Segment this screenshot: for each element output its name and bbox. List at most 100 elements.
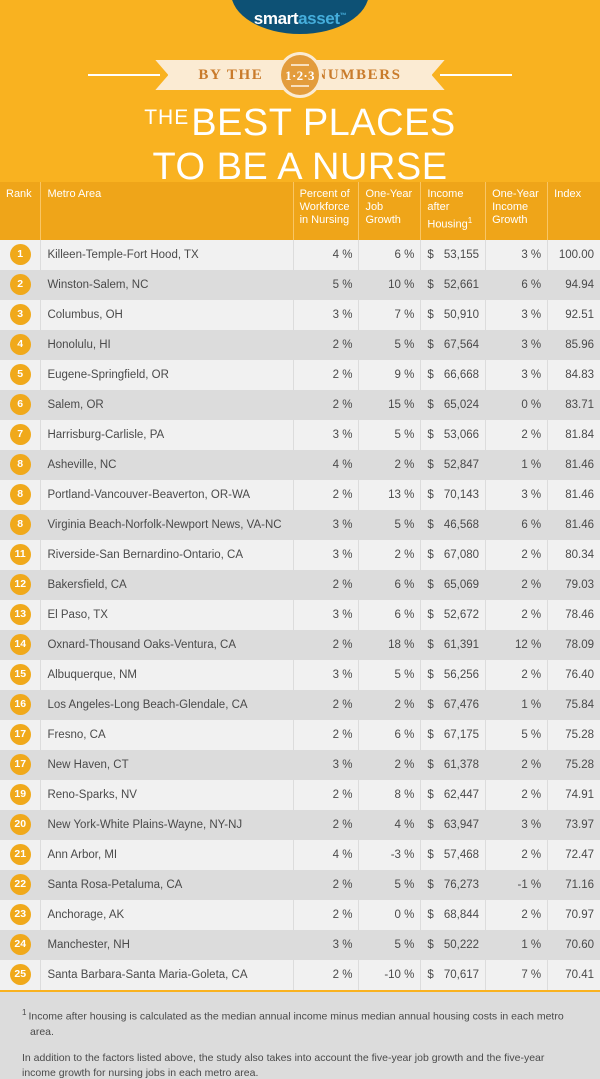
cell-rank: 14	[0, 629, 42, 660]
rank-badge: 8	[9, 484, 31, 506]
cell-job-growth: 6 %	[358, 569, 422, 600]
income-value: 56,256	[443, 668, 480, 681]
cell-percent-workforce: 3 %	[293, 299, 360, 330]
table-row: 17 Fresno, CA 2 % 6 % $67,175 5 % 75.28	[0, 719, 600, 750]
cell-index: 72.47	[547, 839, 600, 870]
cell-income-after-housing: $61,391	[420, 629, 487, 660]
cell-job-growth: 9 %	[358, 359, 422, 390]
badge-dash-top-icon	[290, 63, 309, 66]
cell-percent-workforce: 2 %	[293, 689, 360, 720]
income-value: 61,391	[443, 638, 480, 651]
cell-job-growth: 7 %	[358, 299, 422, 330]
cell-index: 70.97	[547, 899, 600, 930]
income-value: 67,564	[443, 338, 480, 351]
cell-rank: 15	[0, 659, 42, 690]
cell-income-after-housing: $57,468	[420, 839, 487, 870]
currency-symbol: $	[427, 578, 434, 591]
currency-symbol: $	[427, 428, 434, 441]
rankings-table: Rank Metro Area Percent of Workforce in …	[0, 182, 600, 990]
cell-metro-area: Virginia Beach-Norfolk-Newport News, VA-…	[40, 509, 294, 540]
cell-metro-area: Asheville, NC	[40, 449, 294, 480]
cell-income-growth: 2 %	[485, 659, 549, 690]
income-value: 50,222	[443, 938, 480, 951]
currency-symbol: $	[427, 848, 434, 861]
cell-job-growth: 8 %	[358, 779, 422, 810]
table-row: 13 El Paso, TX 3 % 6 % $52,672 2 % 78.46	[0, 599, 600, 630]
cell-job-growth: 4 %	[358, 809, 422, 840]
cell-job-growth: 13 %	[358, 479, 422, 510]
table-row: 2 Winston-Salem, NC 5 % 10 % $52,661 6 % 94.94	[0, 269, 600, 300]
income-value: 66,668	[443, 368, 480, 381]
cell-job-growth: 5 %	[358, 659, 422, 690]
rank-badge: 11	[9, 544, 31, 566]
cell-metro-area: Columbus, OH	[40, 299, 294, 330]
cell-income-after-housing: $76,273	[420, 869, 487, 900]
cell-rank: 12	[0, 569, 42, 600]
cell-percent-workforce: 4 %	[293, 839, 360, 870]
cell-job-growth: 15 %	[358, 389, 422, 420]
cell-rank: 13	[0, 599, 42, 630]
cell-rank: 23	[0, 899, 42, 930]
cell-rank: 19	[0, 779, 42, 810]
cell-income-after-housing: $52,847	[420, 449, 487, 480]
table-row: 11 Riverside-San Bernardino-Ontario, CA 3 …	[0, 539, 600, 570]
cell-income-after-housing: $67,564	[420, 329, 487, 360]
table-row: 16 Los Angeles-Long Beach-Glendale, CA 2 %…	[0, 689, 600, 720]
table-row: 22 Santa Rosa-Petaluma, CA 2 % 5 % $76,273 -1…	[0, 869, 600, 900]
title-main: BEST PLACES	[191, 102, 456, 144]
table-row: 3 Columbus, OH 3 % 7 % $50,910 3 % 92.51	[0, 299, 600, 330]
cell-percent-workforce: 3 %	[293, 539, 360, 570]
income-value: 76,273	[443, 878, 480, 891]
cell-job-growth: 5 %	[358, 869, 422, 900]
rank-badge: 20	[9, 814, 31, 836]
cell-rank: 7	[0, 419, 42, 450]
badge-dash-bottom-icon	[290, 84, 309, 87]
cell-metro-area: Salem, OR	[40, 389, 294, 420]
cell-metro-area: Honolulu, HI	[40, 329, 294, 360]
cell-job-growth: 6 %	[358, 719, 422, 750]
rank-badge: 19	[9, 784, 31, 806]
cell-job-growth: 5 %	[358, 329, 422, 360]
cell-income-after-housing: $70,617	[420, 959, 487, 990]
table-row: 24 Manchester, NH 3 % 5 % $50,222 1 % 70.60	[0, 929, 600, 960]
table-row: 5 Eugene-Springfield, OR 2 % 9 % $66,668 3 % 8…	[0, 359, 600, 390]
cell-income-growth: 1 %	[485, 449, 549, 480]
cell-income-after-housing: $68,844	[420, 899, 487, 930]
cell-rank: 2	[0, 269, 42, 300]
rank-badge: 14	[9, 634, 31, 656]
cell-metro-area: Killeen-Temple-Fort Hood, TX	[40, 239, 294, 270]
cell-index: 75.28	[547, 719, 600, 750]
column-header-metro: Metro Area	[40, 182, 294, 240]
ribbon: BY THE NUMBERS 1·2·3	[168, 52, 432, 98]
table-row: 12 Bakersfield, CA 2 % 6 % $65,069 2 % 79.03	[0, 569, 600, 600]
table-row: 7 Harrisburg-Carlisle, PA 3 % 5 % $53,066 2 %…	[0, 419, 600, 450]
cell-income-after-housing: $67,476	[420, 689, 487, 720]
cell-income-growth: 1 %	[485, 929, 549, 960]
cell-income-growth: 3 %	[485, 299, 549, 330]
column-header-job-growth: One-Year Job Growth	[358, 182, 422, 240]
logo-blob: smartasset™	[231, 0, 369, 34]
cell-job-growth: 5 %	[358, 419, 422, 450]
rank-badge: 16	[9, 694, 31, 716]
table-header-row: Rank Metro Area Percent of Workforce in …	[0, 182, 600, 240]
income-header-footnote-marker: 1	[467, 216, 473, 225]
cell-index: 80.34	[547, 539, 600, 570]
currency-symbol: $	[427, 308, 434, 321]
rank-badge: 7	[9, 424, 31, 446]
cell-income-growth: 2 %	[485, 779, 549, 810]
cell-metro-area: Albuquerque, NM	[40, 659, 294, 690]
income-value: 65,024	[443, 398, 480, 411]
cell-rank: 22	[0, 869, 42, 900]
numbers-badge-icon: 1·2·3	[277, 52, 322, 98]
cell-rank: 8	[0, 479, 42, 510]
cell-job-growth: 5 %	[358, 929, 422, 960]
rank-badge: 25	[9, 964, 31, 986]
cell-percent-workforce: 3 %	[293, 419, 360, 450]
currency-symbol: $	[427, 338, 434, 351]
cell-income-after-housing: $46,568	[420, 509, 487, 540]
cell-metro-area: Fresno, CA	[40, 719, 294, 750]
brand-logo: smartasset™	[0, 0, 600, 34]
cell-index: 79.03	[547, 569, 600, 600]
cell-income-growth: -1 %	[485, 869, 549, 900]
cell-percent-workforce: 2 %	[293, 869, 360, 900]
